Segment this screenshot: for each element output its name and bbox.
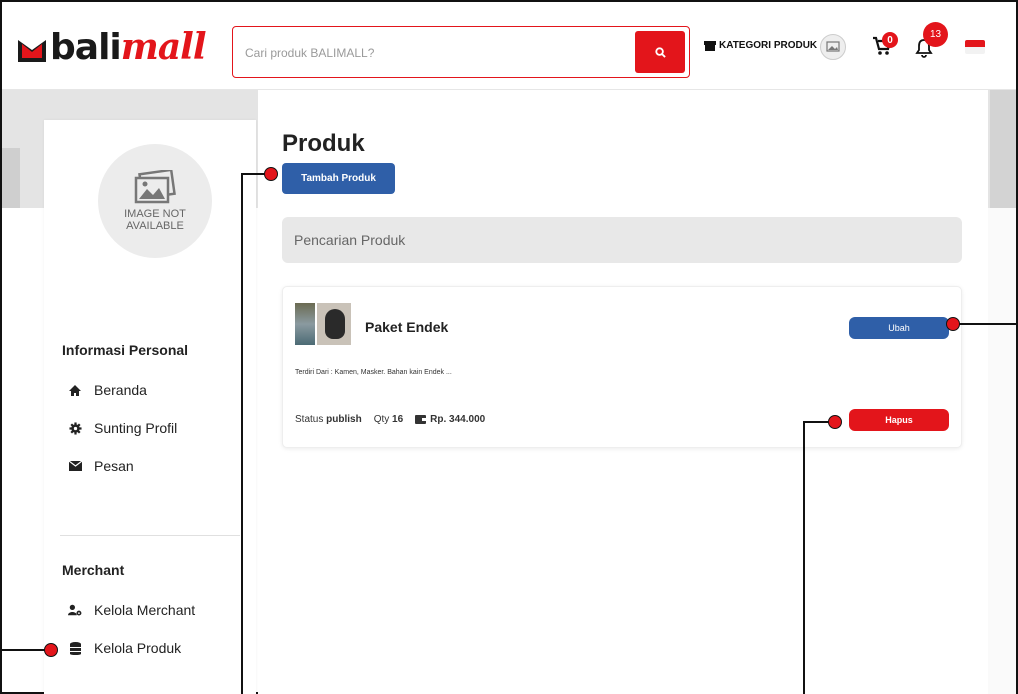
profile-avatar: IMAGE NOT AVAILABLE [98, 144, 212, 258]
ubah-button[interactable]: Ubah [849, 317, 949, 339]
cog-icon [68, 421, 82, 435]
sidebar-item-beranda[interactable]: Beranda [68, 382, 147, 398]
home-icon [68, 383, 82, 397]
product-description: Terdiri Dari : Kamen, Masker. Bahan kain… [295, 369, 452, 376]
top-header: balimall KATEGORI PRODUK 0 13 [2, 2, 1016, 90]
search-button[interactable] [635, 31, 685, 73]
search-icon [654, 46, 666, 58]
store-icon [704, 40, 716, 51]
right-background [988, 208, 1016, 694]
image-not-available-text: IMAGE NOT AVAILABLE [124, 208, 186, 232]
product-thumbnail[interactable] [295, 303, 353, 345]
search-bar [232, 26, 690, 78]
balimall-logo[interactable]: balimall [16, 26, 207, 70]
price-info: Rp. 344.000 [415, 414, 485, 425]
product-search-input[interactable] [282, 217, 962, 263]
image-placeholder-icon [134, 170, 176, 204]
sidebar-item-label: Pesan [94, 458, 134, 474]
database-icon [68, 641, 82, 655]
sidebar-item-sunting-profil[interactable]: Sunting Profil [68, 420, 177, 436]
image-placeholder-icon [826, 41, 840, 52]
status-info: Status publish [295, 414, 362, 425]
sidebar-item-label: Beranda [94, 382, 147, 398]
sidebar-item-pesan[interactable]: Pesan [68, 458, 134, 474]
sidebar-item-label: Sunting Profil [94, 420, 178, 436]
main-content: Produk Tambah Produk Paket Endek Ubah Te… [258, 90, 988, 694]
sidebar-item-label: Kelola Produk [94, 640, 182, 656]
user-avatar[interactable] [820, 34, 846, 60]
product-meta: Status publish Qty 16 Rp. 344.000 [295, 414, 485, 425]
product-card: Paket Endek Ubah Terdiri Dari : Kamen, M… [282, 286, 962, 448]
user-cog-icon [68, 603, 82, 617]
page-title: Produk [282, 130, 365, 157]
logo-text: balimall [50, 26, 207, 68]
tambah-produk-button[interactable]: Tambah Produk [282, 163, 395, 194]
search-input[interactable] [245, 43, 625, 63]
section-informasi-personal: Informasi Personal [62, 342, 189, 358]
bag-logo-icon [18, 40, 46, 62]
indonesia-flag-icon[interactable] [965, 40, 985, 54]
wallet-icon [415, 415, 427, 424]
sidebar-item-kelola-produk[interactable]: Kelola Produk [68, 640, 181, 656]
sidebar-item-kelola-merchant[interactable]: Kelola Merchant [68, 602, 195, 618]
kategori-produk-link[interactable]: KATEGORI PRODUK [704, 40, 817, 51]
sidebar-divider [60, 535, 240, 536]
product-name[interactable]: Paket Endek [365, 319, 448, 335]
section-merchant: Merchant [62, 562, 125, 578]
sidebar: IMAGE NOT AVAILABLE Informasi Personal B… [44, 120, 256, 694]
hapus-button[interactable]: Hapus [849, 409, 949, 431]
cart-count-badge: 0 [882, 32, 898, 48]
notification-count-badge: 13 [923, 22, 948, 47]
sidebar-item-label: Kelola Merchant [94, 602, 196, 618]
kategori-label: KATEGORI PRODUK [719, 40, 818, 51]
envelope-icon [68, 459, 82, 473]
qty-info: Qty 16 [373, 414, 404, 425]
